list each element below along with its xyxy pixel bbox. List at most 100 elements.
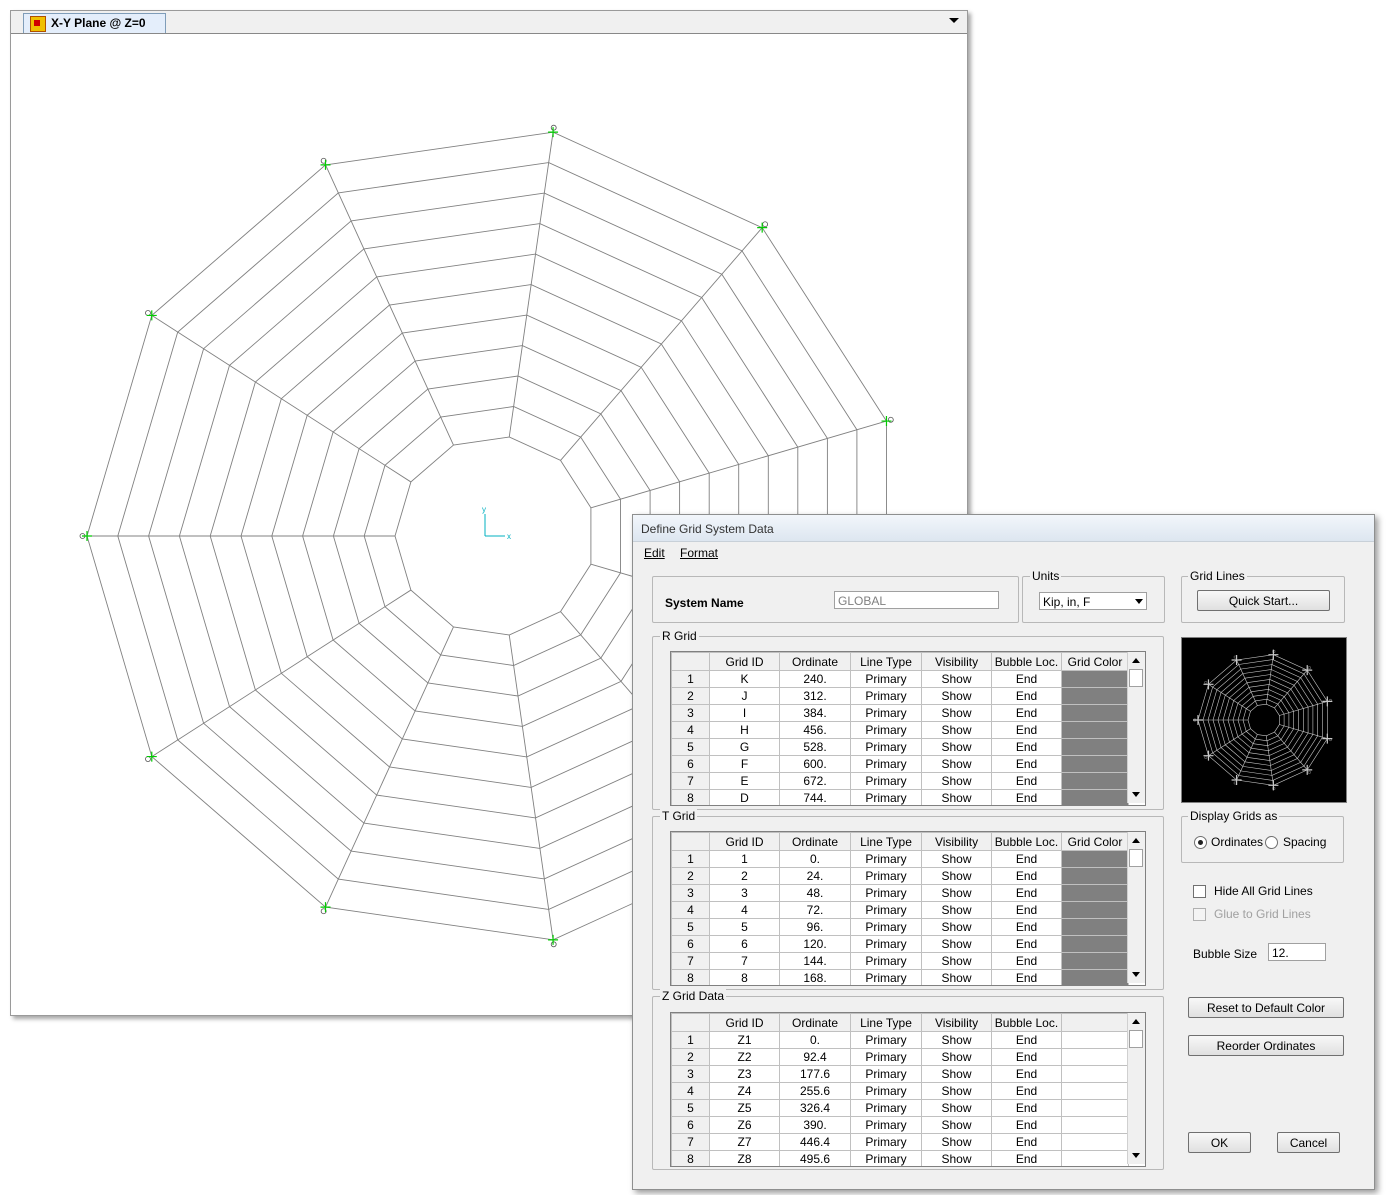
tab-dropdown-arrow-icon[interactable]: [949, 18, 959, 23]
table-cell[interactable]: 240.: [779, 670, 851, 688]
menu-format[interactable]: Format: [680, 546, 718, 560]
quick-start-button[interactable]: Quick Start...: [1197, 590, 1330, 611]
column-header[interactable]: [671, 652, 710, 671]
table-row[interactable]: 4 H 456. Primary Show End: [671, 721, 1129, 739]
column-header[interactable]: Line Type: [850, 652, 922, 671]
table-cell[interactable]: Z1: [709, 1031, 780, 1049]
table-row[interactable]: 2 2 24. Primary Show End: [671, 867, 1129, 885]
scroll-down-icon[interactable]: [1132, 972, 1140, 977]
column-header[interactable]: Grid ID: [709, 1013, 780, 1032]
grid-color-swatch[interactable]: [1061, 789, 1129, 805]
table-row[interactable]: 3 3 48. Primary Show End: [671, 884, 1129, 902]
table-cell[interactable]: End: [991, 1065, 1062, 1083]
column-header[interactable]: [671, 1013, 710, 1032]
table-cell[interactable]: End: [991, 721, 1062, 739]
t-grid-table[interactable]: Grid ID Ordinate Line Type Visibility Bubble…: [670, 831, 1146, 986]
table-cell[interactable]: Primary: [850, 772, 922, 790]
grid-color-swatch[interactable]: [1061, 704, 1129, 722]
grid-color-swatch[interactable]: [1061, 670, 1129, 688]
table-row[interactable]: 4 4 72. Primary Show End: [671, 901, 1129, 919]
table-cell[interactable]: [1061, 1133, 1129, 1151]
table-cell[interactable]: I: [709, 704, 780, 722]
table-cell[interactable]: End: [991, 1031, 1062, 1049]
grid-color-swatch[interactable]: [1061, 952, 1129, 970]
table-cell[interactable]: 600.: [779, 755, 851, 773]
table-cell[interactable]: [1061, 1082, 1129, 1100]
table-cell[interactable]: 528.: [779, 738, 851, 756]
table-cell[interactable]: Z2: [709, 1048, 780, 1066]
table-row[interactable]: 8 D 744. Primary Show End: [671, 789, 1129, 805]
table-cell[interactable]: Primary: [850, 1133, 922, 1151]
grid-color-swatch[interactable]: [1061, 969, 1129, 985]
grid-color-swatch[interactable]: [1061, 850, 1129, 868]
grid-bubble[interactable]: [1204, 680, 1208, 685]
table-cell[interactable]: Show: [921, 918, 992, 936]
table-cell[interactable]: Primary: [850, 789, 922, 805]
table-cell[interactable]: G: [709, 738, 780, 756]
table-cell[interactable]: Show: [921, 1048, 992, 1066]
table-cell[interactable]: Primary: [850, 738, 922, 756]
table-cell[interactable]: Primary: [850, 1031, 922, 1049]
grid-bubble[interactable]: [1307, 770, 1311, 774]
table-cell[interactable]: 4: [709, 901, 780, 919]
table-cell[interactable]: 384.: [779, 704, 851, 722]
table-cell[interactable]: 0.: [779, 850, 851, 868]
table-row[interactable]: 6 Z6 390. Primary Show End: [671, 1116, 1129, 1134]
table-cell[interactable]: 326.4: [779, 1099, 851, 1117]
table-cell[interactable]: End: [991, 670, 1062, 688]
table-cell[interactable]: 390.: [779, 1116, 851, 1134]
table-cell[interactable]: End: [991, 755, 1062, 773]
spacing-radio[interactable]: [1265, 836, 1278, 849]
table-cell[interactable]: Show: [921, 1065, 992, 1083]
table-cell[interactable]: Show: [921, 969, 992, 985]
table-cell[interactable]: Primary: [850, 704, 922, 722]
scrollbar-thumb[interactable]: [1129, 849, 1143, 867]
table-row[interactable]: 5 Z5 326.4 Primary Show End: [671, 1099, 1129, 1117]
scroll-down-icon[interactable]: [1132, 1153, 1140, 1158]
table-cell[interactable]: End: [991, 738, 1062, 756]
table-cell[interactable]: End: [991, 1082, 1062, 1100]
table-cell[interactable]: End: [991, 969, 1062, 985]
table-cell[interactable]: Primary: [850, 670, 922, 688]
grid-color-swatch[interactable]: [1061, 755, 1129, 773]
column-header[interactable]: Visibility: [921, 832, 992, 851]
grid-color-swatch[interactable]: [1061, 884, 1129, 902]
table-cell[interactable]: Z7: [709, 1133, 780, 1151]
table-cell[interactable]: Show: [921, 687, 992, 705]
column-header[interactable]: [671, 832, 710, 851]
table-cell[interactable]: Show: [921, 935, 992, 953]
menu-edit[interactable]: Edit: [644, 546, 665, 560]
glue-to-grid-lines-checkbox[interactable]: [1193, 908, 1206, 921]
dialog-title-bar[interactable]: Define Grid System Data: [633, 515, 1374, 542]
table-cell[interactable]: F: [709, 755, 780, 773]
column-header[interactable]: Bubble Loc.: [991, 1013, 1062, 1032]
grid-color-swatch[interactable]: [1061, 867, 1129, 885]
column-header[interactable]: Grid ID: [709, 832, 780, 851]
vertical-scrollbar[interactable]: [1127, 832, 1145, 983]
table-row[interactable]: 3 Z3 177.6 Primary Show End: [671, 1065, 1129, 1083]
table-cell[interactable]: 312.: [779, 687, 851, 705]
table-cell[interactable]: Primary: [850, 1065, 922, 1083]
table-cell[interactable]: Z8: [709, 1150, 780, 1166]
table-cell[interactable]: 1: [709, 850, 780, 868]
table-row[interactable]: 8 8 168. Primary Show End: [671, 969, 1129, 985]
column-header[interactable]: Line Type: [850, 1013, 922, 1032]
table-cell[interactable]: Show: [921, 901, 992, 919]
table-cell[interactable]: End: [991, 952, 1062, 970]
scroll-up-icon[interactable]: [1132, 658, 1140, 663]
table-row[interactable]: 2 Z2 92.4 Primary Show End: [671, 1048, 1129, 1066]
table-cell[interactable]: Show: [921, 721, 992, 739]
table-cell[interactable]: [1061, 1116, 1129, 1134]
table-cell[interactable]: Primary: [850, 918, 922, 936]
grid-color-swatch[interactable]: [1061, 738, 1129, 756]
table-cell[interactable]: Primary: [850, 721, 922, 739]
table-cell[interactable]: 120.: [779, 935, 851, 953]
table-row[interactable]: 8 Z8 495.6 Primary Show End: [671, 1150, 1129, 1166]
table-cell[interactable]: Z4: [709, 1082, 780, 1100]
table-cell[interactable]: End: [991, 1048, 1062, 1066]
hide-all-grid-lines-checkbox[interactable]: [1193, 885, 1206, 898]
table-cell[interactable]: Show: [921, 1031, 992, 1049]
grid-bubble[interactable]: [145, 756, 151, 762]
scrollbar-thumb[interactable]: [1129, 669, 1143, 687]
t-grid-data[interactable]: Grid ID Ordinate Line Type Visibility Bubble…: [671, 832, 1129, 985]
